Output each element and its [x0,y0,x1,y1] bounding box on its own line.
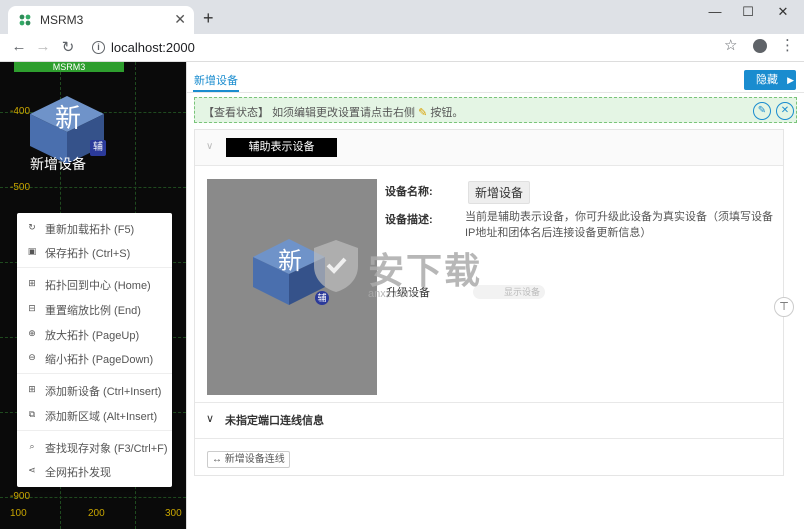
section-header[interactable]: ∨ 辅助表示设备 [195,130,783,166]
alert-text: 【查看状态】 如须编辑更改设置请点击右侧 ✎ 按钮。 [203,104,463,120]
menu-item-label: 拓扑回到中心 (Home) [45,280,151,292]
reload-icon[interactable]: ↻ [58,38,78,56]
info-icon[interactable]: i [92,41,105,54]
new-tab-icon[interactable]: + [203,8,214,29]
back-icon[interactable]: ← [9,38,29,55]
edit-icon[interactable]: ✎ [753,102,771,120]
pencil-icon: ✎ [418,107,428,119]
search-icon: ⌕ [29,441,35,451]
hide-button[interactable]: 隐藏 ▶ [744,70,796,90]
menu-item-label: 重新加载拓扑 (F5) [45,224,135,236]
play-icon: ▶ [787,75,794,85]
menu-item-discover[interactable]: ⋖ 全网拓扑发现 [17,461,172,483]
context-menu: ↻ 重新加载拓扑 (F5) ▣ 保存拓扑 (Ctrl+S) ⊞ 拓扑回到中心 (… [17,213,172,487]
reset-zoom-icon: ⊟ [28,303,36,313]
axis-label: 300 [165,508,182,519]
divider [187,92,804,93]
axis-label: 100 [10,508,27,519]
menu-item-label: 保存拓扑 (Ctrl+S) [45,248,131,260]
link-icon: ↔ [212,454,222,465]
menu-item-zoom-in[interactable]: ⊕ 放大拓扑 (PageUp) [17,324,172,346]
divider [195,402,783,403]
alert-message: 如须编辑更改设置请点击右侧 [272,107,416,119]
watermark-url: anxz.com [368,288,416,300]
alert-prefix: 【查看状态】 [203,107,269,119]
chevron-down-icon[interactable]: ∨ [206,141,213,152]
device-name-field: 新增设备 [468,181,531,204]
menu-item-reset-zoom[interactable]: ⊟ 重置缩放比例 (End) [17,299,172,321]
menu-item-label: 缩小拓扑 (PageDown) [45,354,154,366]
section-title: 辅助表示设备 [226,138,337,157]
zoom-in-icon: ⊕ [28,328,36,338]
tab-title: MSRM3 [40,13,84,27]
device-description: 当前是辅助表示设备，你可升级此设备为真实设备（须填写设备IP地址和团体名后连接设… [465,211,773,239]
save-icon: ▣ [27,246,37,256]
add-device-icon: ⊞ [28,384,36,394]
menu-item-add-area[interactable]: ⧉ 添加新区域 (Alt+Insert) [17,405,172,427]
preview-char: 新 [278,247,302,275]
menu-item-find[interactable]: ⌕ 查找现存对象 (F3/Ctrl+F) [17,437,172,459]
url-text[interactable]: localhost:2000 [111,40,195,55]
zoom-out-icon: ⊖ [28,352,36,362]
node-caption: 新增设备 [30,156,86,172]
canvas-banner: MSRM3 [14,62,124,72]
menu-item-reload[interactable]: ↻ 重新加载拓扑 (F5) [17,218,172,240]
status-alert: 【查看状态】 如须编辑更改设置请点击右侧 ✎ 按钮。 ✎ ✕ [194,97,797,123]
axis-label: -500 [10,182,31,193]
app-favicon-icon [19,14,31,26]
refresh-icon: ↻ [28,222,36,232]
auxiliary-badge: 辅 [90,140,106,156]
name-label: 设备名称: [385,186,433,198]
axis-label: -900 [10,491,31,502]
tab-new-device[interactable]: 新增设备 [194,72,238,88]
browser-toolbar: ← → ↻ i localhost:2000 [0,34,804,62]
menu-separator [17,430,172,431]
add-area-icon: ⧉ [28,409,36,419]
add-link-button[interactable]: ↔ 新增设备连线 [207,451,290,468]
menu-item-label: 全网拓扑发现 [45,467,111,479]
share-icon: ⋖ [28,465,36,475]
menu-item-label: 放大拓扑 (PageUp) [45,330,140,342]
upgrade-toggle[interactable]: 显示设备 [473,285,545,299]
close-icon[interactable]: ✕ [776,102,794,120]
menu-item-label: 查找现存对象 (F3/Ctrl+F) [45,443,168,455]
profile-avatar-icon[interactable] [753,39,767,53]
browser-tabstrip: MSRM3 ✕ + — ☐ ✕ [0,0,804,34]
menu-item-add-device[interactable]: ⊞ 添加新设备 (Ctrl+Insert) [17,380,172,402]
watermark-shield-icon [314,240,358,292]
address-bar[interactable]: i localhost:2000 [84,36,744,60]
window-close-icon[interactable]: ✕ [768,4,798,20]
center-icon: ⊞ [28,278,36,288]
browser-tab[interactable]: MSRM3 ✕ [8,6,194,34]
menu-item-label: 添加新设备 (Ctrl+Insert) [45,386,162,398]
divider [195,438,783,439]
menu-separator [17,267,172,268]
menu-item-label: 重置缩放比例 (End) [45,305,141,317]
menu-separator [17,373,172,374]
maximize-icon[interactable]: ☐ [733,4,763,20]
hide-button-label: 隐藏 [756,74,778,86]
chevron-down-icon[interactable]: ∨ [206,412,214,425]
minimize-icon[interactable]: — [700,4,730,19]
menu-item-center[interactable]: ⊞ 拓扑回到中心 (Home) [17,274,172,296]
browser-menu-icon[interactable]: ⋮ [780,36,795,54]
axis-label: 200 [88,508,105,519]
alert-suffix: 按钮。 [430,107,464,119]
forward-icon[interactable]: → [33,38,53,55]
menu-item-zoom-out[interactable]: ⊖ 缩小拓扑 (PageDown) [17,348,172,370]
menu-item-label: 添加新区域 (Alt+Insert) [45,411,158,423]
scroll-top-icon[interactable]: ⊤ [774,297,794,317]
watermark-text: 安下载 [368,250,483,291]
device-card: ∨ 辅助表示设备 新 辅 设备名称: 新增设备 设备描述: 当前是辅助表示设备，… [194,129,784,476]
axis-label: -400 [10,106,31,117]
port-section-title[interactable]: 未指定端口连线信息 [225,412,324,428]
tab-close-icon[interactable]: ✕ [174,11,186,28]
node-char: 新 [55,104,81,134]
add-link-label: 新增设备连线 [224,454,285,465]
device-panel: 新增设备 隐藏 ▶ 【查看状态】 如须编辑更改设置请点击右侧 ✎ 按钮。 ✎ ✕… [186,62,804,529]
menu-item-save[interactable]: ▣ 保存拓扑 (Ctrl+S) [17,242,172,264]
desc-label: 设备描述: [385,214,433,226]
bookmark-star-icon[interactable]: ☆ [724,36,737,54]
